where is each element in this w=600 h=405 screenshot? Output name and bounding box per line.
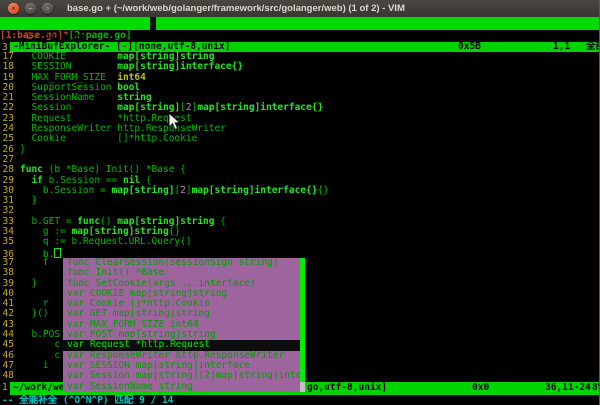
popup-scrollbar-segment[interactable] bbox=[300, 309, 305, 319]
code-line[interactable]: 26} bbox=[0, 145, 599, 155]
code-line-text: } bbox=[20, 144, 26, 155]
code-line-text: b.Session = map[string][2]map[string]int… bbox=[20, 185, 329, 196]
completion-item-label: var SESSION map[string]interface bbox=[63, 361, 300, 371]
popup-scrollbar-segment[interactable] bbox=[300, 361, 305, 371]
code-line-text: f bbox=[20, 257, 49, 268]
completion-item-label: var COOKIE map[string]string bbox=[63, 289, 300, 299]
minibuf-scroll-position: 全部 bbox=[586, 42, 600, 52]
popup-scrollbar-segment[interactable] bbox=[300, 258, 305, 268]
code-line[interactable]: 36 b. bbox=[0, 248, 599, 258]
file-info-text: go,utf-8,unix] bbox=[307, 382, 387, 395]
code-line-text: Cookie []*http.Cookie bbox=[20, 133, 197, 144]
tab-bar: 2+ base.go bbox=[0, 17, 599, 30]
popup-scrollbar-segment[interactable] bbox=[300, 320, 305, 330]
completion-item[interactable]: var GET map[string]string bbox=[63, 309, 305, 319]
popup-scrollbar-segment[interactable] bbox=[300, 279, 305, 289]
line-number: 35 bbox=[0, 237, 14, 247]
completion-item-label: var Session map[string][2]map[string]int… bbox=[63, 371, 300, 381]
completion-item[interactable]: var COOKIE map[string]string bbox=[63, 289, 305, 299]
completion-message-line: -- 全能补全 (^O^N^P) 匹配 9 / 14 bbox=[0, 395, 599, 405]
minibuf-cursor-position: 1,1 bbox=[553, 42, 570, 52]
completion-item-label: var Request *http.Request bbox=[63, 340, 300, 350]
minibuf-hex-value: 0x5B bbox=[458, 42, 481, 52]
code-line[interactable]: 25 Cookie []*http.Cookie bbox=[0, 134, 599, 144]
file-buffer-number: 1 bbox=[2, 382, 8, 393]
completion-item[interactable]: var POST map[string]string bbox=[63, 330, 305, 340]
completion-popup: func ClearSession(sessionSign string)fun… bbox=[63, 258, 305, 392]
code-line[interactable]: 30 b.Session = map[string][2]map[string]… bbox=[0, 186, 599, 196]
close-button[interactable]: × bbox=[8, 3, 19, 14]
completion-item-label: var Cookie []*http.Cookie bbox=[63, 299, 300, 309]
file-hex-value: 0x0 bbox=[472, 382, 489, 395]
vim-window: × − ▫ base.go + (~/work/web/golanger/fra… bbox=[0, 0, 600, 405]
code-line-text: } bbox=[20, 278, 37, 289]
code-line-text: i bbox=[20, 360, 49, 371]
completion-item[interactable]: var Session map[string][2]map[string]int… bbox=[63, 371, 305, 381]
vim-cursor bbox=[54, 248, 61, 258]
window-title: base.go + (~/work/web/golanger/framework… bbox=[67, 3, 405, 14]
code-line[interactable]: 31 } bbox=[0, 196, 599, 206]
line-number: 48 bbox=[0, 371, 14, 381]
popup-scrollbar-segment[interactable] bbox=[300, 351, 305, 361]
completion-item-label: var GET map[string]string bbox=[63, 309, 300, 319]
completion-item[interactable]: func ClearSession(sessionSign string) bbox=[63, 258, 305, 268]
completion-item[interactable]: var SESSION map[string]interface bbox=[63, 361, 305, 371]
completion-item-label: var POST map[string]string bbox=[63, 330, 300, 340]
completion-item[interactable]: var Request *http.Request bbox=[63, 340, 305, 350]
completion-item[interactable]: var SessionName string bbox=[63, 382, 305, 392]
mouse-pointer-icon bbox=[168, 112, 181, 131]
completion-item[interactable]: var ResponseWriter http.ResponseWriter bbox=[63, 351, 305, 361]
tab-separator bbox=[150, 17, 156, 30]
popup-scrollbar-segment[interactable] bbox=[300, 268, 305, 278]
popup-scrollbar-segment[interactable] bbox=[300, 299, 305, 309]
popup-scrollbar-segment[interactable] bbox=[300, 289, 305, 299]
completion-item-label: func SetCookie(args ...interface) bbox=[63, 279, 300, 289]
completion-item[interactable]: func Init() *Base bbox=[63, 268, 305, 278]
completion-item-label: func ClearSession(sessionSign string) bbox=[63, 258, 300, 268]
popup-scrollbar-segment[interactable] bbox=[300, 371, 305, 381]
file-cursor-position: 36,11-24 bbox=[545, 382, 591, 395]
maximize-button[interactable]: ▫ bbox=[42, 3, 53, 14]
completion-item-label: var SessionName string bbox=[63, 382, 300, 392]
file-scroll-position: 8% bbox=[592, 382, 600, 395]
title-bar[interactable]: × − ▫ base.go + (~/work/web/golanger/fra… bbox=[0, 0, 599, 17]
popup-scrollbar-segment[interactable] bbox=[300, 340, 305, 350]
file-path-text: ~/work/we bbox=[13, 382, 64, 395]
completion-item-label: func Init() *Base bbox=[63, 268, 300, 278]
code-line[interactable]: 35 q := b.Request.URL.Query() bbox=[0, 237, 599, 247]
popup-scrollbar-segment[interactable] bbox=[300, 382, 305, 392]
minimize-button[interactable]: − bbox=[25, 3, 36, 14]
completion-item[interactable]: var MAX_FORM_SIZE int64 bbox=[63, 320, 305, 330]
code-line-text: } bbox=[20, 195, 37, 206]
completion-item[interactable]: func SetCookie(args ...interface) bbox=[63, 279, 305, 289]
popup-scrollbar-segment[interactable] bbox=[300, 330, 305, 340]
completion-item[interactable]: var Cookie []*http.Cookie bbox=[63, 299, 305, 309]
completion-item-label: var ResponseWriter http.ResponseWriter bbox=[63, 351, 300, 361]
completion-item-label: var MAX_FORM_SIZE int64 bbox=[63, 320, 300, 330]
code-line-text: q := b.Request.URL.Query() bbox=[20, 236, 192, 247]
code-line-text: }() bbox=[20, 308, 49, 319]
